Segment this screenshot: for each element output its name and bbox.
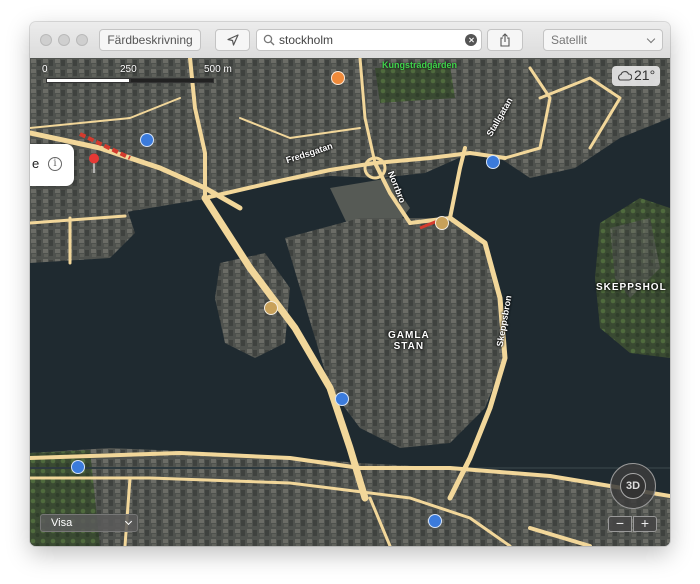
transit-poi-icon-4[interactable] [428,514,442,528]
zoom-window-button[interactable] [76,34,88,46]
weather-badge: 21° [612,66,660,86]
close-window-button[interactable] [40,34,52,46]
chevron-down-icon [646,34,656,44]
search-field[interactable]: stockholm [256,29,482,51]
toolbar: Färdbeskrivning stockholm Satellit [30,22,670,59]
info-icon[interactable]: i [48,157,62,171]
label-gamla-stan[interactable]: GAMLA STAN [388,330,430,352]
map-type-value: Satellit [551,33,588,47]
current-location-button[interactable] [215,29,250,51]
landmark-poi-icon[interactable] [264,301,278,315]
zoom-out-button[interactable]: − [608,516,632,532]
cloud-icon [618,71,632,81]
map-type-select[interactable]: Satellit [543,29,663,51]
scale-bar: 0 250 500 m [42,64,242,94]
place-callout[interactable]: e i [30,144,74,186]
label-kungstradgarden[interactable]: Kungsträdgården [382,60,457,70]
directions-button[interactable]: Färdbeskrivning [99,29,201,51]
scale-bar-segment-2 [130,78,214,83]
scale-max-label: 500 m [204,64,232,75]
transit-poi-icon[interactable] [140,133,154,147]
restaurant-poi-icon[interactable] [331,71,345,85]
search-input[interactable]: stockholm [279,33,333,47]
map-view[interactable]: 0 250 500 m 21° e i Kungsträdgården Fred… [30,58,670,546]
scale-bar-segment-1 [46,78,130,83]
share-icon [500,33,510,47]
clear-search-icon[interactable] [465,34,477,46]
directions-label: Färdbeskrivning [107,33,193,47]
search-icon [263,34,275,46]
visa-label: Visa [51,517,73,529]
zoom-in-button[interactable]: + [633,516,657,532]
visa-menu[interactable]: Visa [40,514,138,532]
location-arrow-icon [226,34,239,46]
museum-poi-icon[interactable] [435,216,449,230]
minimize-window-button[interactable] [58,34,70,46]
ferry-poi-icon[interactable] [486,155,500,169]
satellite-imagery [30,58,670,546]
chevron-down-icon [124,517,133,526]
transit-poi-icon-2[interactable] [335,392,349,406]
map-pin-icon[interactable] [88,153,100,173]
transit-poi-icon-3[interactable] [71,460,85,474]
maps-window: Färdbeskrivning stockholm Satellit 0 250… [30,22,670,546]
share-button[interactable] [487,29,523,51]
callout-text: e [32,156,40,171]
scale-zero-label: 0 [42,64,48,75]
temperature: 21° [634,67,656,83]
3d-button[interactable]: 3D [620,473,646,499]
scale-mid-label: 250 [120,64,137,75]
label-skeppsholmen[interactable]: SKEPPSHOL [596,282,667,293]
compass-control[interactable]: 3D [610,463,656,509]
